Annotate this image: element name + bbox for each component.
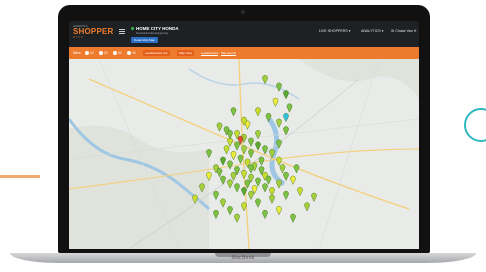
- radio-40[interactable]: 40: [127, 50, 136, 56]
- radio-label: 40: [132, 51, 136, 55]
- site-search-link[interactable]: Site search: [221, 50, 236, 56]
- radio-label: 10: [90, 51, 94, 55]
- map-view-button[interactable]: Map View: [177, 50, 195, 56]
- camera-icon: [241, 10, 245, 14]
- leaderboard-list-button[interactable]: Leaderboard List: [143, 50, 170, 56]
- radio-icon: [85, 51, 89, 56]
- radio-icon: [113, 51, 117, 56]
- radio-20[interactable]: 20: [99, 50, 108, 56]
- nav-user-label: Chase Van H: [395, 29, 417, 33]
- dealership-map-button[interactable]: Dealership Map: [131, 37, 159, 43]
- decorative-line: [0, 175, 40, 178]
- laptop-screen: ALWAYS A SHOPPER CITY HOME CITY HONDA ho…: [69, 21, 419, 249]
- map-canvas[interactable]: [69, 58, 419, 249]
- logo-city: CITY: [73, 35, 84, 39]
- hamburger-menu-icon[interactable]: [119, 29, 125, 34]
- radio-10[interactable]: 10: [85, 50, 94, 56]
- decorative-ring: [464, 108, 486, 142]
- status-dot-icon: [131, 27, 134, 31]
- radio-30[interactable]: 30: [113, 50, 122, 56]
- filter-bar: Miles: 10 20 30 40 Leaderboard List Map …: [69, 47, 419, 59]
- laptop-brand-label: MacBook: [231, 255, 255, 261]
- radio-label: 20: [104, 51, 108, 55]
- nav-live-shoppers[interactable]: LIVE SHOPPERS ▾: [319, 29, 351, 33]
- radio-icon: [99, 51, 103, 56]
- nav-analytics[interactable]: ANALYTICS ▾: [361, 29, 384, 33]
- leaderboard-link[interactable]: Leaderboard: [201, 50, 218, 56]
- map-view[interactable]: [69, 58, 419, 249]
- nav-live-label: LIVE SHOPPERS: [319, 29, 348, 33]
- dealer-name: HOME CITY HONDA: [131, 26, 179, 31]
- radio-icon: [127, 51, 131, 56]
- dealer-title: HOME CITY HONDA: [136, 26, 179, 31]
- shopper-city-logo[interactable]: ALWAYS A SHOPPER CITY: [73, 25, 114, 39]
- dealer-subtitle: homecityhonda.shopper.city: [136, 32, 169, 35]
- miles-label: Miles:: [73, 51, 82, 55]
- nav-user[interactable]: ⚙ Chase Van H: [391, 29, 416, 33]
- app-header: ALWAYS A SHOPPER CITY HOME CITY HONDA ho…: [69, 21, 419, 47]
- nav-analytics-label: ANALYTICS: [361, 29, 381, 33]
- laptop-bezel: ALWAYS A SHOPPER CITY HOME CITY HONDA ho…: [58, 5, 430, 253]
- radio-label: 30: [118, 51, 122, 55]
